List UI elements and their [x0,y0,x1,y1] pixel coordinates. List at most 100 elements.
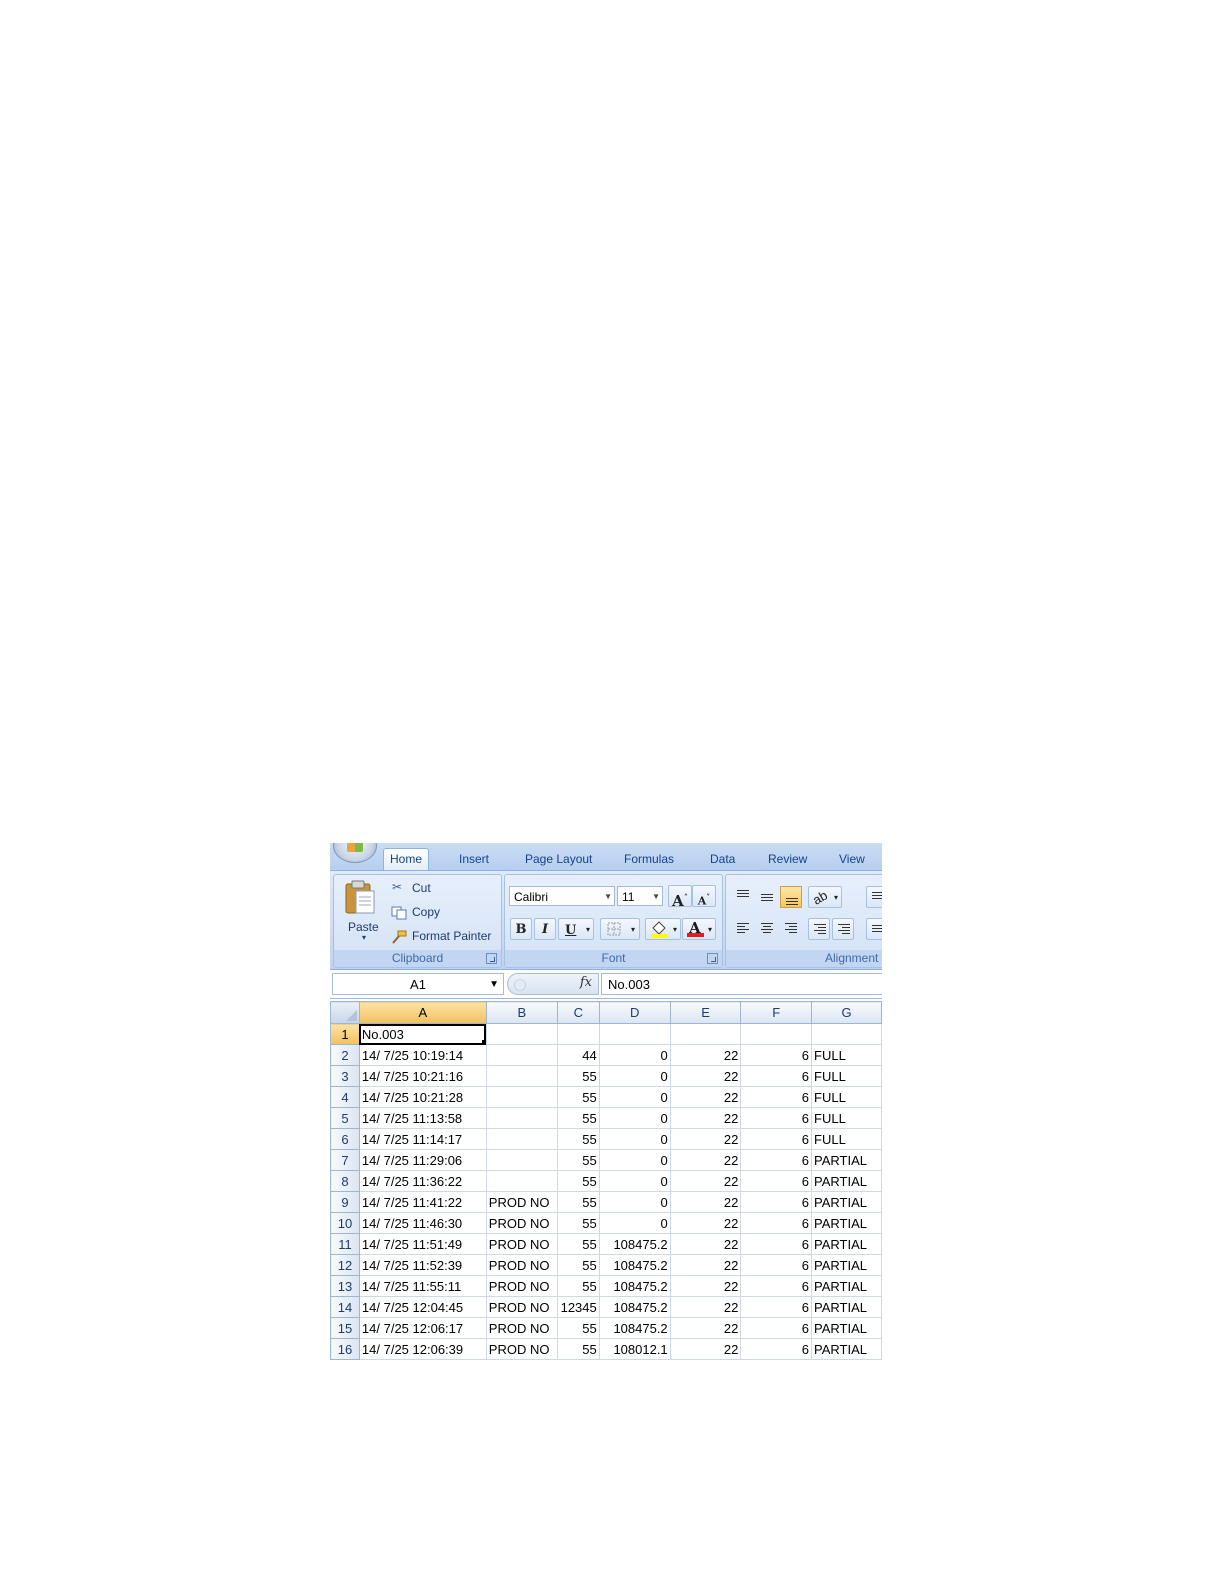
row-header[interactable]: 16 [330,1338,360,1360]
cell-e10[interactable]: 22 [669,1212,742,1234]
font-name-combo[interactable]: Calibri ▼ [509,886,615,906]
cell-c1[interactable] [556,1023,600,1045]
tab-formulas[interactable]: Formulas [618,849,680,870]
cell-a11[interactable]: 14/ 7/25 11:51:49 [358,1233,487,1255]
cell-a9[interactable]: 14/ 7/25 11:41:22 [358,1191,487,1213]
row-header[interactable]: 12 [330,1254,360,1276]
cell-b5[interactable] [485,1107,558,1129]
row-header[interactable]: 14 [330,1296,360,1318]
cell-f6[interactable]: 6 [740,1128,813,1150]
cell-e3[interactable]: 22 [669,1065,742,1087]
row-header[interactable]: 11 [330,1233,360,1255]
row-header[interactable]: 9 [330,1191,360,1213]
copy-button[interactable]: Copy [390,904,490,922]
chevron-down-icon[interactable]: ▼ [489,974,499,996]
cell-d7[interactable]: 0 [598,1149,671,1171]
column-header-b[interactable]: B [485,1001,558,1024]
name-box[interactable]: A1 ▼ [332,973,504,995]
cell-g4[interactable]: FULL [811,1086,882,1108]
cell-e4[interactable]: 22 [669,1086,742,1108]
top-align-button[interactable] [732,886,754,908]
tab-view[interactable]: View [833,849,871,870]
row-header[interactable]: 8 [330,1170,360,1192]
borders-button[interactable]: ▾ [600,918,640,940]
cell-g2[interactable]: FULL [811,1044,882,1066]
grow-font-button[interactable]: A˄ [668,885,692,910]
cell-b13[interactable]: PROD NO [485,1275,558,1297]
clipboard-dialog-launcher-icon[interactable] [486,953,497,964]
cell-g9[interactable]: PARTIAL [811,1191,882,1213]
cell-d6[interactable]: 0 [598,1128,671,1150]
cell-d11[interactable]: 108475.2 [598,1233,671,1255]
cell-a10[interactable]: 14/ 7/25 11:46:30 [358,1212,487,1234]
cell-b9[interactable]: PROD NO [485,1191,558,1213]
cell-d15[interactable]: 108475.2 [598,1317,671,1339]
cell-b7[interactable] [485,1149,558,1171]
cell-c4[interactable]: 55 [556,1086,600,1108]
bottom-align-button[interactable] [780,886,802,908]
cell-a13[interactable]: 14/ 7/25 11:55:11 [358,1275,487,1297]
fill-color-button[interactable]: ▾ [645,918,681,940]
align-left-button[interactable] [732,918,754,940]
cell-g16[interactable]: PARTIAL [811,1338,882,1360]
cell-f11[interactable]: 6 [740,1233,813,1255]
cell-b4[interactable] [485,1086,558,1108]
row-header[interactable]: 15 [330,1317,360,1339]
cell-d9[interactable]: 0 [598,1191,671,1213]
cell-g7[interactable]: PARTIAL [811,1149,882,1171]
cell-b3[interactable] [485,1065,558,1087]
column-header-a[interactable]: A [358,1001,487,1024]
row-header[interactable]: 13 [330,1275,360,1297]
cell-f14[interactable]: 6 [740,1296,813,1318]
cell-f2[interactable]: 6 [740,1044,813,1066]
cell-g10[interactable]: PARTIAL [811,1212,882,1234]
cell-d12[interactable]: 108475.2 [598,1254,671,1276]
cell-f13[interactable]: 6 [740,1275,813,1297]
merge-center-button[interactable] [866,918,882,940]
cell-c12[interactable]: 55 [556,1254,600,1276]
cell-b14[interactable]: PROD NO [485,1296,558,1318]
align-center-button[interactable] [756,918,778,940]
cell-g11[interactable]: PARTIAL [811,1233,882,1255]
formula-input[interactable]: No.003 [601,973,882,995]
wrap-text-button[interactable] [866,886,882,908]
cell-a6[interactable]: 14/ 7/25 11:14:17 [358,1128,487,1150]
cancel-icon[interactable] [514,979,526,991]
cell-f12[interactable]: 6 [740,1254,813,1276]
cell-b2[interactable] [485,1044,558,1066]
cell-d14[interactable]: 108475.2 [598,1296,671,1318]
cell-e6[interactable]: 22 [669,1128,742,1150]
cell-a7[interactable]: 14/ 7/25 11:29:06 [358,1149,487,1171]
tab-page-layout[interactable]: Page Layout [519,849,598,870]
cell-c3[interactable]: 55 [556,1065,600,1087]
cell-c9[interactable]: 55 [556,1191,600,1213]
cell-b10[interactable]: PROD NO [485,1212,558,1234]
column-header-e[interactable]: E [669,1001,742,1024]
paste-dropdown-icon[interactable]: ▾ [362,933,366,942]
cell-f8[interactable]: 6 [740,1170,813,1192]
cell-a14[interactable]: 14/ 7/25 12:04:45 [358,1296,487,1318]
cell-a4[interactable]: 14/ 7/25 10:21:28 [358,1086,487,1108]
cell-b8[interactable] [485,1170,558,1192]
cell-a5[interactable]: 14/ 7/25 11:13:58 [358,1107,487,1129]
cell-g1[interactable] [811,1023,882,1045]
row-header[interactable]: 6 [330,1128,360,1150]
cell-a3[interactable]: 14/ 7/25 10:21:16 [358,1065,487,1087]
cell-g6[interactable]: FULL [811,1128,882,1150]
cell-e1[interactable] [669,1023,742,1045]
cell-d16[interactable]: 108012.1 [598,1338,671,1360]
cell-a15[interactable]: 14/ 7/25 12:06:17 [358,1317,487,1339]
column-header-c[interactable]: C [556,1001,600,1024]
cell-d4[interactable]: 0 [598,1086,671,1108]
tab-data[interactable]: Data [704,849,741,870]
cell-d3[interactable]: 0 [598,1065,671,1087]
align-right-button[interactable] [780,918,802,940]
middle-align-button[interactable] [756,886,778,908]
cell-b11[interactable]: PROD NO [485,1233,558,1255]
font-dialog-launcher-icon[interactable] [707,953,718,964]
tab-insert[interactable]: Insert [453,849,495,870]
cell-b6[interactable] [485,1128,558,1150]
cell-a12[interactable]: 14/ 7/25 11:52:39 [358,1254,487,1276]
cell-c11[interactable]: 55 [556,1233,600,1255]
cell-c5[interactable]: 55 [556,1107,600,1129]
